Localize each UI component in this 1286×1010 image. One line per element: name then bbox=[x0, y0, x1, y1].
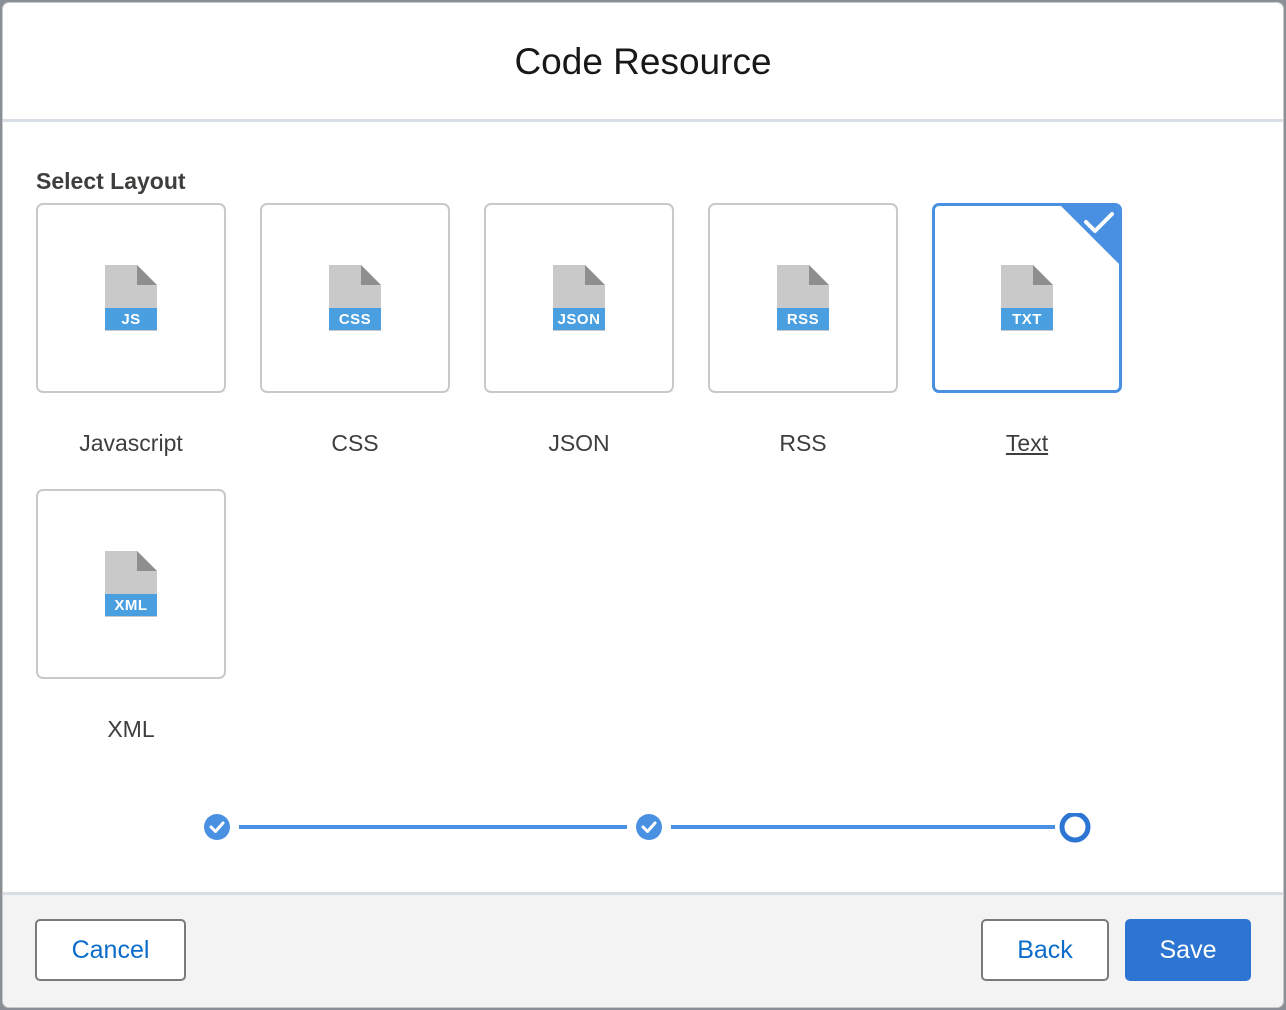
layout-label-xml[interactable]: XML bbox=[36, 716, 226, 743]
modal-header: Code Resource bbox=[3, 3, 1283, 122]
code-resource-modal: Code Resource Select Layout JS Javascrip… bbox=[3, 3, 1283, 1007]
file-badge: TXT bbox=[1001, 308, 1053, 330]
css-file-icon: CSS bbox=[329, 265, 381, 331]
layout-tile-rss[interactable]: RSS bbox=[708, 203, 898, 393]
file-badge: XML bbox=[105, 594, 157, 616]
cancel-button[interactable]: Cancel bbox=[35, 919, 186, 981]
layout-label-text[interactable]: Text bbox=[932, 430, 1122, 457]
layout-label-javascript[interactable]: Javascript bbox=[36, 430, 226, 457]
layout-label-json[interactable]: JSON bbox=[484, 430, 674, 457]
file-badge: CSS bbox=[329, 308, 381, 330]
json-file-icon: JSON bbox=[553, 265, 605, 331]
layout-label-rss[interactable]: RSS bbox=[708, 430, 898, 457]
modal-footer: Cancel Back Save bbox=[3, 892, 1283, 1007]
layout-tile-xml[interactable]: XML bbox=[36, 489, 226, 679]
progress-indicator bbox=[204, 813, 1091, 843]
layout-tile-text[interactable]: TXT bbox=[932, 203, 1122, 393]
selected-check-icon bbox=[1060, 206, 1119, 265]
step-3-ring-icon[interactable] bbox=[1059, 813, 1091, 843]
back-button[interactable]: Back bbox=[981, 919, 1109, 981]
step-1-check-icon[interactable] bbox=[204, 814, 230, 840]
file-badge: JSON bbox=[553, 308, 605, 330]
step-2-check-icon[interactable] bbox=[636, 814, 662, 840]
file-badge: RSS bbox=[777, 308, 829, 330]
layout-tile-javascript[interactable]: JS bbox=[36, 203, 226, 393]
txt-file-icon: TXT bbox=[1001, 265, 1053, 331]
rss-file-icon: RSS bbox=[777, 265, 829, 331]
layout-tile-json[interactable]: JSON bbox=[484, 203, 674, 393]
file-badge: JS bbox=[105, 308, 157, 330]
modal-title: Code Resource bbox=[514, 40, 772, 82]
layout-label-css[interactable]: CSS bbox=[260, 430, 450, 457]
layout-tile-css[interactable]: CSS bbox=[260, 203, 450, 393]
select-layout-label: Select Layout bbox=[36, 168, 186, 194]
xml-file-icon: XML bbox=[105, 551, 157, 617]
save-button[interactable]: Save bbox=[1125, 919, 1251, 981]
js-file-icon: JS bbox=[105, 265, 157, 331]
